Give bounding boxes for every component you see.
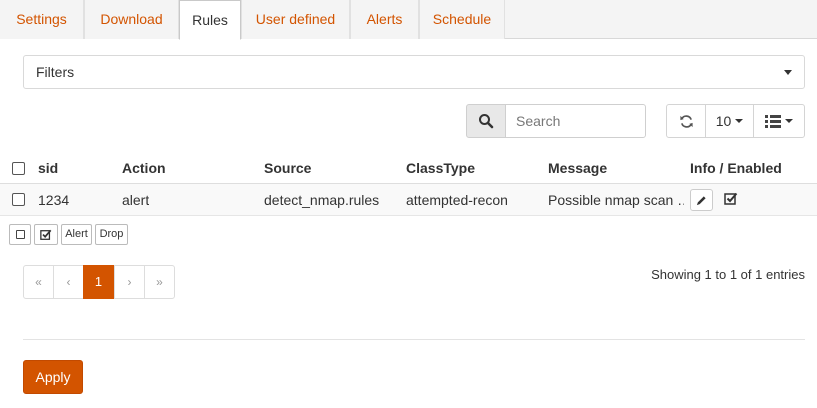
page-prev-button[interactable]: ‹ (53, 265, 84, 299)
page-next-button[interactable]: › (114, 265, 145, 299)
apply-button[interactable]: Apply (23, 360, 83, 394)
col-message[interactable]: Message (548, 152, 607, 184)
col-classtype[interactable]: ClassType (406, 152, 475, 184)
select-all-checkbox[interactable] (12, 162, 25, 175)
check-square-icon (40, 229, 52, 240)
drop-button[interactable]: Drop (95, 224, 128, 245)
rows-per-page-dropdown[interactable]: 10 (705, 104, 754, 138)
cell-sid: 1234 (38, 192, 70, 208)
chevron-down-icon (784, 70, 792, 75)
page-1-button[interactable]: 1 (83, 265, 114, 299)
table-row[interactable]: 1234 alert detect_nmap.rules attempted-r… (0, 184, 817, 216)
col-sid[interactable]: sid (38, 152, 58, 184)
tab-bar: Settings Download Rules User defined Ale… (0, 0, 817, 40)
cell-classtype: attempted-recon (406, 192, 508, 208)
select-none-button[interactable] (9, 224, 31, 245)
edit-button[interactable] (690, 189, 713, 211)
alert-button[interactable]: Alert (61, 224, 92, 245)
columns-dropdown[interactable] (753, 104, 805, 138)
enable-selected-button[interactable] (34, 224, 58, 245)
refresh-button[interactable] (666, 104, 706, 138)
search-button[interactable] (466, 104, 506, 138)
cell-action: alert (122, 192, 150, 208)
page-first-button[interactable]: « (23, 265, 54, 299)
page-last-button[interactable]: » (144, 265, 175, 299)
entries-info: Showing 1 to 1 of 1 entries (651, 267, 805, 282)
cell-source: detect_nmap.rules (264, 192, 380, 208)
col-info-enabled[interactable]: Info / Enabled (690, 152, 782, 184)
row-checkbox[interactable] (12, 193, 25, 206)
tab-settings[interactable]: Settings (0, 0, 84, 39)
filters-select[interactable]: Filters (23, 55, 805, 89)
enabled-checkbox-icon[interactable] (724, 192, 738, 206)
table-header: sid Action Source ClassType Message Info… (0, 152, 817, 184)
divider (23, 339, 805, 340)
square-icon (15, 230, 25, 239)
pencil-icon (696, 195, 706, 205)
search-icon (479, 114, 494, 129)
tab-schedule[interactable]: Schedule (419, 0, 505, 39)
tab-rules[interactable]: Rules (179, 0, 241, 40)
tab-download[interactable]: Download (84, 0, 179, 39)
rows-per-page-value: 10 (715, 113, 732, 129)
cell-message: Possible nmap scan … (548, 192, 684, 208)
col-source[interactable]: Source (264, 152, 311, 184)
chevron-down-icon (785, 119, 793, 123)
col-action[interactable]: Action (122, 152, 166, 184)
tab-alerts[interactable]: Alerts (350, 0, 419, 39)
filters-label: Filters (36, 64, 75, 80)
tab-user-defined[interactable]: User defined (241, 0, 350, 39)
list-icon (765, 114, 781, 128)
refresh-icon (679, 114, 693, 128)
chevron-down-icon (735, 119, 744, 123)
search-input[interactable] (505, 104, 646, 138)
